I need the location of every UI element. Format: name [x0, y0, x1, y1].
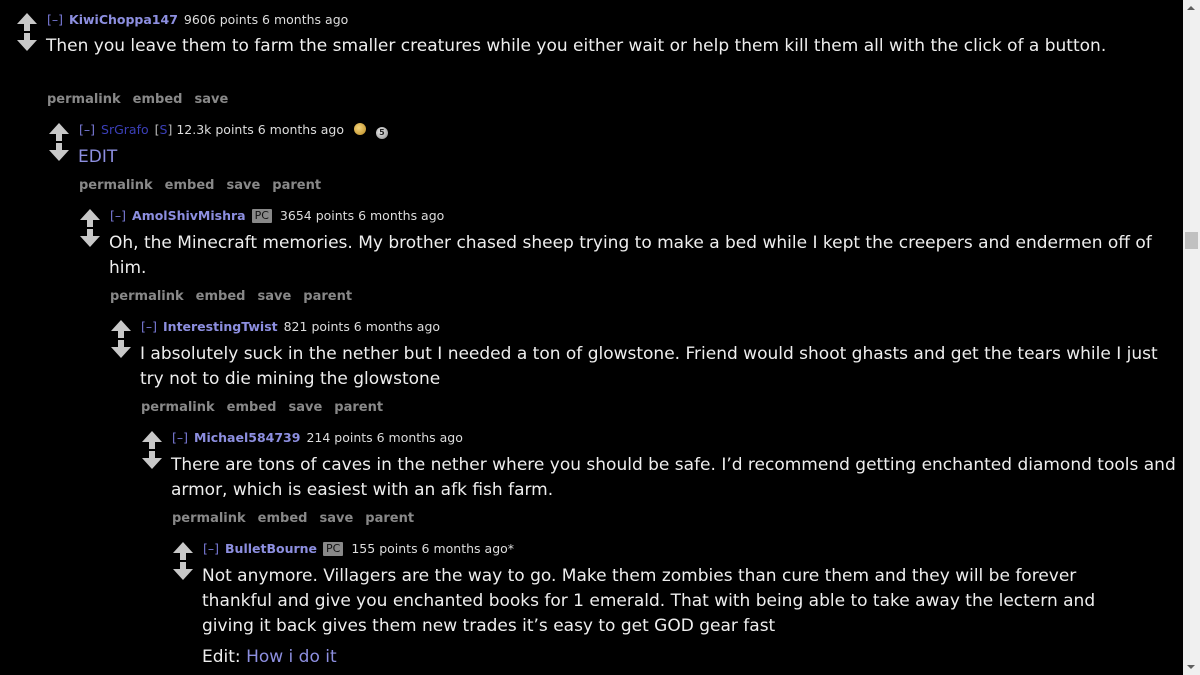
comment-actions: permalink embed save parent: [141, 400, 395, 415]
edit-prefix: Edit:: [202, 647, 241, 667]
collapse-toggle[interactable]: [–]: [79, 122, 95, 137]
user-flair: PC: [323, 542, 344, 556]
comment-actions: permalink embed save parent: [79, 178, 333, 193]
comment-tagline: [–] KiwiChoppa147 9606 points 6 months ago: [47, 12, 348, 28]
comment-body: Then you leave them to farm the smaller …: [46, 36, 1107, 56]
save-link[interactable]: save: [257, 289, 291, 304]
collapse-toggle[interactable]: [–]: [47, 12, 63, 27]
comment-body: Oh, the Minecraft memories. My brother c…: [109, 233, 1152, 278]
comment-body[interactable]: EDIT: [78, 145, 278, 170]
collapse-toggle[interactable]: [–]: [141, 319, 157, 334]
downvote-arrow-icon[interactable]: [80, 229, 100, 247]
scroll-down-arrow-icon[interactable]: [1187, 665, 1195, 669]
save-link[interactable]: save: [319, 511, 353, 526]
downvote-arrow-icon[interactable]: [111, 340, 131, 358]
comment-tagline: [–] InterestingTwist 821 points 6 months a…: [141, 319, 440, 335]
comment: [–] InterestingTwist 821 points 6 months a…: [110, 319, 1180, 419]
comment-author[interactable]: BulletBourne: [225, 541, 317, 556]
edit-link[interactable]: How i do it: [246, 647, 337, 667]
comment-author[interactable]: AmolShivMishra: [132, 208, 246, 223]
comment: [–] AmolShivMishra PC 3654 points 6 months …: [79, 208, 1179, 308]
comment-edit-line: Edit: How i do it: [202, 645, 602, 670]
vote-arrows: [110, 319, 132, 359]
upvote-arrow-icon[interactable]: [173, 542, 193, 560]
comment-tagline: [–] BulletBourne PC 155 points 6 months ago…: [203, 541, 514, 557]
comment-score: 12.3k points 6 months ago: [176, 122, 344, 137]
submitter-badge: [S]: [154, 122, 173, 137]
comment-tagline: [–] AmolShivMishra PC 3654 points 6 months …: [110, 208, 444, 224]
parent-link[interactable]: parent: [272, 178, 321, 193]
permalink-link[interactable]: permalink: [141, 400, 215, 415]
collapse-toggle[interactable]: [–]: [110, 208, 126, 223]
silver-award-icon[interactable]: 5: [375, 127, 388, 139]
silver-award-count: 5: [379, 128, 385, 137]
embed-link[interactable]: embed: [196, 289, 246, 304]
downvote-arrow-icon[interactable]: [49, 143, 69, 161]
comment-body: I absolutely suck in the nether but I ne…: [140, 344, 1158, 389]
permalink-link[interactable]: permalink: [79, 178, 153, 193]
permalink-link[interactable]: permalink: [172, 511, 246, 526]
vote-arrows: [48, 122, 70, 162]
comment: [–] KiwiChoppa147 9606 points 6 months ago…: [16, 12, 1176, 112]
embed-link[interactable]: embed: [133, 92, 183, 107]
comment-author[interactable]: SrGrafo: [101, 122, 149, 137]
upvote-arrow-icon[interactable]: [80, 209, 100, 227]
embed-link[interactable]: embed: [227, 400, 277, 415]
scrollbar-thumb[interactable]: [1185, 232, 1198, 249]
save-link[interactable]: save: [226, 178, 260, 193]
permalink-link[interactable]: permalink: [110, 289, 184, 304]
scroll-up-arrow-icon[interactable]: [1187, 6, 1195, 10]
embed-link[interactable]: embed: [258, 511, 308, 526]
upvote-arrow-icon[interactable]: [17, 13, 37, 31]
parent-link[interactable]: parent: [334, 400, 383, 415]
comment: [–] SrGrafo [S] 12.3k points 6 months ago …: [48, 122, 1178, 202]
comment-thread: [–] KiwiChoppa147 9606 points 6 months ago…: [0, 0, 1183, 675]
comment-body: Not anymore. Villagers are the way to go…: [202, 566, 1096, 636]
comment: [–] Michael584739 214 points 6 months ago …: [141, 430, 1181, 530]
downvote-arrow-icon[interactable]: [173, 562, 193, 580]
comment-actions: permalink embed save parent: [172, 511, 426, 526]
save-link[interactable]: save: [288, 400, 322, 415]
comment-score: 821 points 6 months ago: [283, 319, 441, 334]
comment-actions: permalink embed save parent: [110, 289, 364, 304]
vertical-scrollbar[interactable]: [1183, 0, 1200, 675]
save-link[interactable]: save: [194, 92, 228, 107]
comment-score: 214 points 6 months ago: [306, 430, 463, 445]
comment-tagline: [–] SrGrafo [S] 12.3k points 6 months ago …: [79, 122, 388, 139]
comment: [–] BulletBourne PC 155 points 6 months ago…: [172, 541, 1182, 675]
comment-score: 9606 points 6 months ago: [183, 12, 349, 27]
upvote-arrow-icon[interactable]: [142, 431, 162, 449]
comment-score: 155 points 6 months ago*: [351, 541, 515, 556]
collapse-toggle[interactable]: [–]: [172, 430, 188, 445]
downvote-arrow-icon[interactable]: [142, 451, 162, 469]
permalink-link[interactable]: permalink: [47, 92, 121, 107]
comment-actions: permalink embed save: [47, 92, 240, 107]
parent-link[interactable]: parent: [365, 511, 414, 526]
embed-link[interactable]: embed: [165, 178, 215, 193]
vote-arrows: [16, 12, 38, 52]
comment-score: 3654 points 6 months ago: [279, 208, 445, 223]
parent-link[interactable]: parent: [303, 289, 352, 304]
vote-arrows: [79, 208, 101, 248]
user-flair: PC: [251, 209, 272, 223]
comment-tagline: [–] Michael584739 214 points 6 months ago: [172, 430, 463, 446]
comment-author[interactable]: InterestingTwist: [163, 319, 278, 334]
gold-award-icon[interactable]: [353, 123, 366, 135]
upvote-arrow-icon[interactable]: [49, 123, 69, 141]
vote-arrows: [141, 430, 163, 470]
comment-body: There are tons of caves in the nether wh…: [171, 455, 1176, 500]
comment-author[interactable]: Michael584739: [194, 430, 300, 445]
collapse-toggle[interactable]: [–]: [203, 541, 219, 556]
downvote-arrow-icon[interactable]: [17, 33, 37, 51]
upvote-arrow-icon[interactable]: [111, 320, 131, 338]
comment-author[interactable]: KiwiChoppa147: [69, 12, 178, 27]
submitter-mark[interactable]: S: [160, 122, 168, 137]
vote-arrows: [172, 541, 194, 581]
